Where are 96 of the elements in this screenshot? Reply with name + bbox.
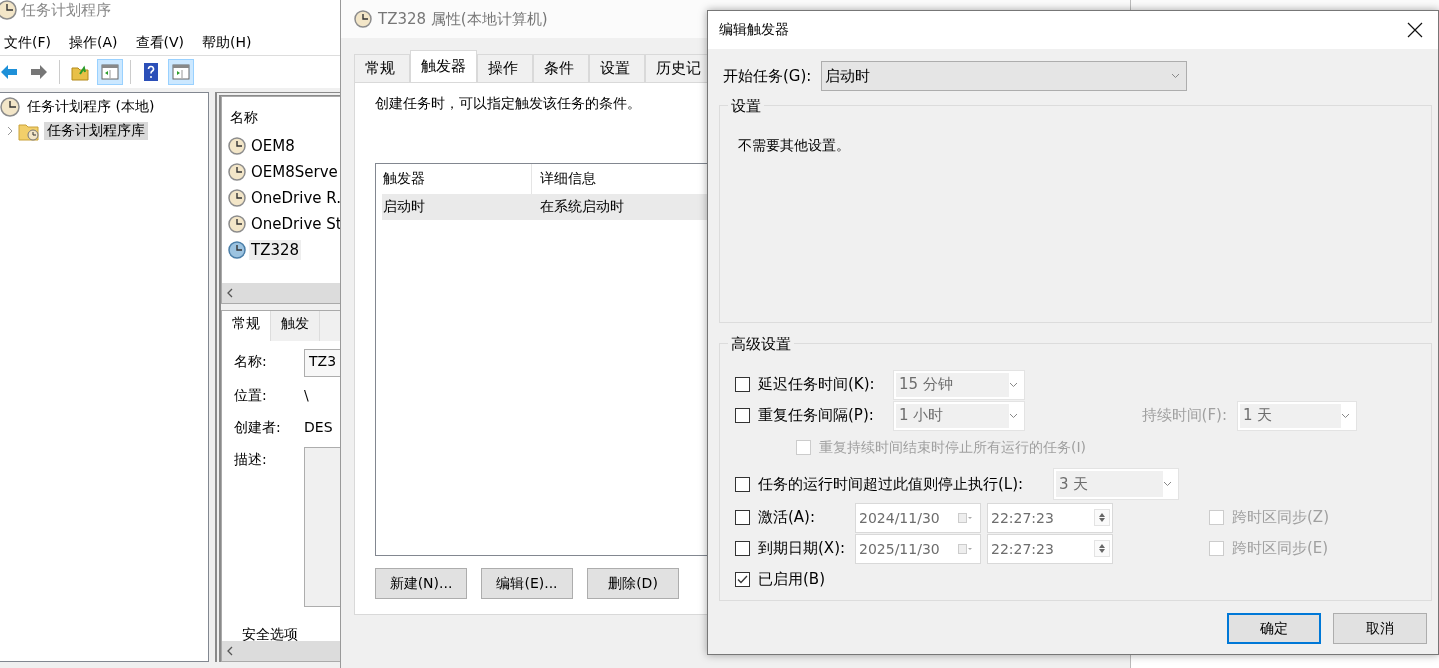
help-icon <box>141 62 161 82</box>
tab[interactable]: 常规 <box>354 54 410 82</box>
panel-icon <box>171 62 191 82</box>
chevron-down-icon <box>1341 412 1350 419</box>
forward-arrow-icon <box>29 62 49 82</box>
info-text: 不需要其他设置。 <box>738 137 851 155</box>
chevron-left-icon[interactable] <box>226 646 234 656</box>
column-header[interactable]: 详细信息 <box>532 164 710 194</box>
date-picker[interactable]: 2025/11/30 <box>855 533 981 564</box>
checkbox[interactable] <box>735 476 750 492</box>
checkbox[interactable] <box>735 541 750 556</box>
tree-item[interactable]: 任务计划程序库 <box>44 122 148 140</box>
checkbox-label: 激活(A): <box>758 508 816 527</box>
tab[interactable]: 条件 <box>533 54 589 82</box>
checkbox-label: 跨时区同步(E) <box>1232 539 1329 558</box>
checkbox-label: 已启用(B) <box>758 570 825 589</box>
hint-text: 创建任务时，可以指定触发该任务的条件。 <box>375 95 641 113</box>
clock-icon <box>0 0 17 20</box>
ok-button[interactable]: 确定 <box>1227 613 1321 644</box>
section-label: 安全选项 <box>241 627 299 641</box>
checkbox-label: 重复持续时间结束时停止所有运行的任务(I) <box>819 438 1087 457</box>
action-button[interactable]: 新建(N)... <box>375 568 467 599</box>
dropdown[interactable]: 1 小时 <box>893 400 1025 431</box>
clock-icon <box>228 137 246 155</box>
field-value: \ <box>304 386 309 403</box>
dropdown[interactable]: 启动时 <box>821 61 1188 91</box>
window-title: TZ328 属性(本地计算机) <box>378 9 548 29</box>
chevron-down-icon <box>1009 412 1018 419</box>
tab[interactable]: 触发器 <box>410 50 477 82</box>
group-title: 高级设置 <box>728 335 794 353</box>
folder-clock-icon <box>18 121 40 141</box>
window-title: 编辑触发器 <box>719 21 789 39</box>
chevron-down-icon <box>1009 381 1018 388</box>
checkbox-label: 到期日期(X): <box>758 539 846 558</box>
task-item[interactable]: OneDrive R. <box>249 188 343 208</box>
checkbox[interactable] <box>735 377 750 392</box>
spinner-control[interactable] <box>1094 540 1110 557</box>
field-label: 名称: <box>234 352 268 371</box>
menu-item[interactable]: 操作(A) <box>65 33 128 52</box>
time-field[interactable]: 22:27:23 <box>987 533 1113 564</box>
column-header[interactable]: 名称 <box>228 103 344 133</box>
tab[interactable]: 设置 <box>589 54 645 82</box>
clock-icon <box>228 189 246 207</box>
date-picker[interactable]: 2024/11/30 <box>855 502 981 533</box>
tab[interactable]: 常规 <box>222 311 271 341</box>
cancel-button[interactable]: 取消 <box>1333 613 1427 644</box>
table-row[interactable]: 启动时 在系统启动时 <box>382 194 710 220</box>
panel-icon <box>100 62 120 82</box>
field-label: 描述: <box>234 450 268 469</box>
clock-icon <box>228 215 246 233</box>
spin-up-icon[interactable] <box>1099 513 1105 517</box>
tab[interactable]: 操作 <box>477 54 533 82</box>
spin-down-icon[interactable] <box>1099 549 1105 553</box>
task-item[interactable]: OEM8Serve <box>249 162 340 182</box>
checkbox[interactable] <box>735 572 750 587</box>
chevron-right-icon[interactable] <box>6 126 14 136</box>
toolbar-button[interactable] <box>168 59 194 85</box>
menu-item[interactable]: 查看(V) <box>131 33 194 52</box>
clock-icon <box>354 10 372 28</box>
toolbar-button[interactable] <box>97 59 123 85</box>
dropdown[interactable]: 3 天 <box>1053 468 1179 500</box>
task-item[interactable]: TZ328 <box>249 240 302 260</box>
menu-item[interactable]: 帮助(H) <box>198 33 262 52</box>
chevron-down-icon <box>1163 481 1172 487</box>
window-title: 任务计划程序 <box>21 0 111 20</box>
checkbox-label: 跨时区同步(Z) <box>1232 508 1329 527</box>
table-cell-text: 启动时 <box>382 198 426 216</box>
checkbox-label: 任务的运行时间超过此值则停止执行(L): <box>758 474 1024 494</box>
checkbox-label: 重复任务间隔(P): <box>758 406 874 425</box>
table-cell-text: 在系统启动时 <box>539 198 625 216</box>
field-label: 创建者: <box>234 418 282 437</box>
dropdown[interactable]: 1 天 <box>1237 400 1357 431</box>
menu-item[interactable]: 文件(F) <box>0 33 61 52</box>
tree-item[interactable]: 任务计划程序 (本地) <box>24 98 158 116</box>
checkbox[interactable] <box>735 408 750 423</box>
field-label: 开始任务(G): <box>723 66 812 86</box>
action-button[interactable]: 编辑(E)... <box>481 568 573 599</box>
action-button[interactable]: 删除(D) <box>587 568 679 599</box>
spin-up-icon[interactable] <box>1099 544 1105 548</box>
spinner-control[interactable] <box>1094 509 1110 526</box>
time-field[interactable]: 22:27:23 <box>987 502 1113 533</box>
spin-down-icon[interactable] <box>1099 518 1105 522</box>
task-item[interactable]: OEM8 <box>249 136 297 156</box>
dropdown[interactable]: 15 分钟 <box>893 369 1025 400</box>
close-icon[interactable] <box>1407 22 1423 38</box>
task-item[interactable]: OneDrive St <box>249 214 344 234</box>
group-title: 设置 <box>728 97 764 115</box>
clock-icon <box>228 163 246 181</box>
checkbox[interactable] <box>735 510 750 525</box>
checkbox-label: 延迟任务时间(K): <box>758 375 875 394</box>
clock-icon <box>228 241 246 259</box>
field-label: 持续时间(F): <box>1141 406 1227 425</box>
chevron-left-icon[interactable] <box>226 288 234 298</box>
field-value: DES <box>304 418 333 435</box>
chevron-down-icon <box>1171 73 1181 79</box>
field-label: 位置: <box>234 386 268 405</box>
